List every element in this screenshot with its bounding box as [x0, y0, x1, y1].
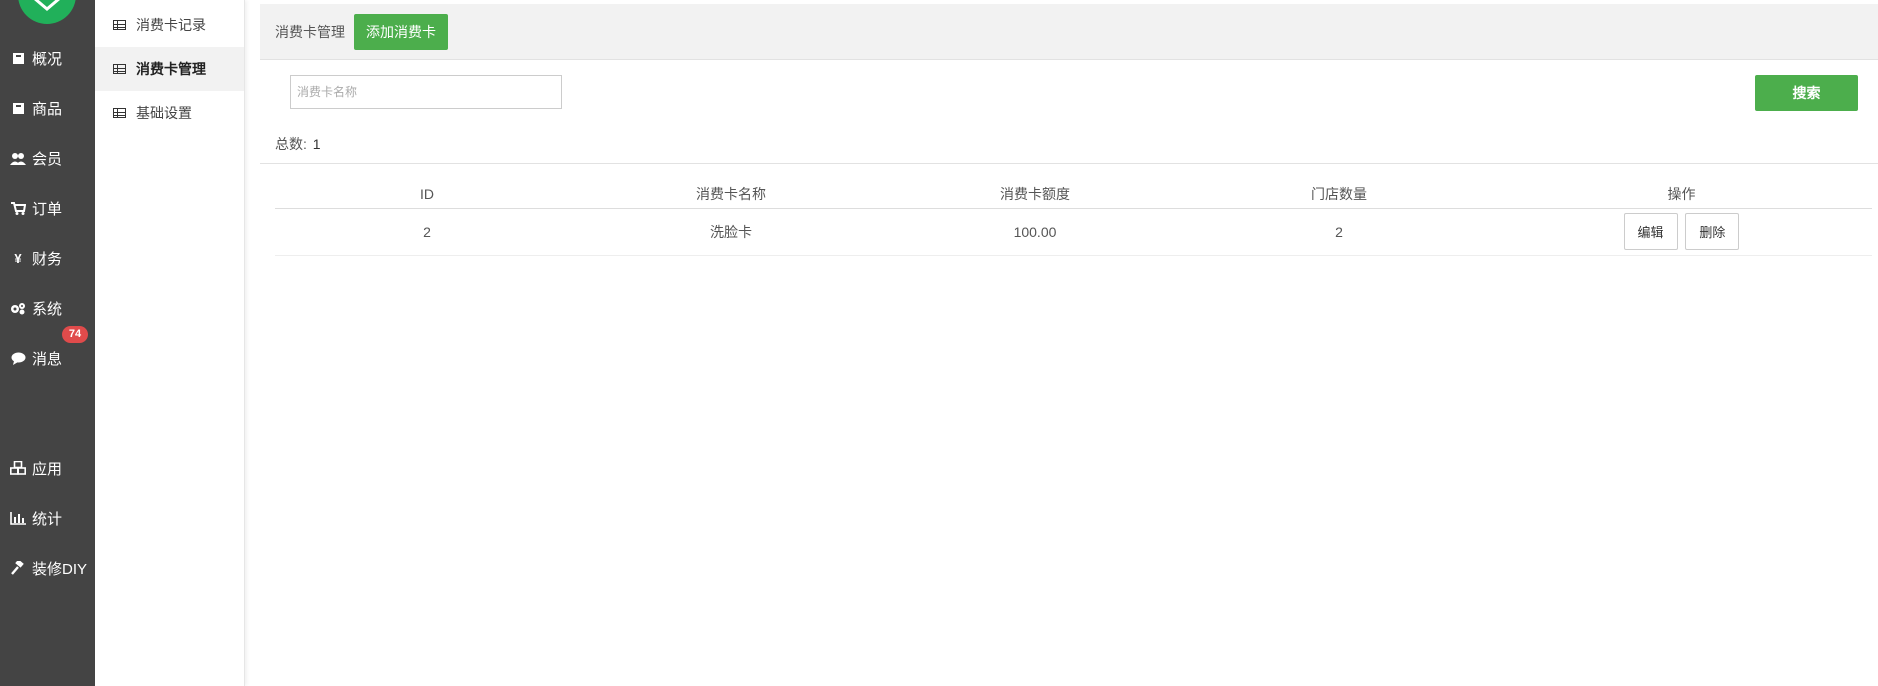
- column-header-actions: 操作: [1491, 180, 1872, 209]
- total-value: 1: [312, 136, 321, 152]
- nav-item-decoration-diy[interactable]: 装修DIY: [0, 548, 95, 588]
- box-icon: [10, 100, 26, 116]
- nav-item-label: 应用: [32, 460, 63, 478]
- nav-item-label: 财务: [32, 250, 63, 268]
- gears-icon: [10, 300, 26, 316]
- cell-id: 2: [275, 208, 579, 256]
- card-name-search-input[interactable]: [290, 75, 562, 109]
- nav-item-label: 商品: [32, 100, 63, 118]
- sub-item-card-management[interactable]: 消费卡管理: [95, 47, 244, 91]
- nav-item-label: 统计: [32, 510, 63, 528]
- chevron-down-icon: [34, 0, 60, 11]
- table-icon: [113, 20, 126, 30]
- main-sidebar: 概况 商品 会员 订单 ¥ 财务 系统 消息 74 应用 统计 装修DIY: [0, 0, 95, 686]
- divider: [260, 163, 1878, 164]
- edit-button[interactable]: 编辑: [1623, 213, 1678, 250]
- cell-store-count: 2: [1187, 208, 1491, 256]
- nav-item-members[interactable]: 会员: [0, 138, 95, 178]
- nav-item-finance[interactable]: ¥ 财务: [0, 238, 95, 278]
- table-icon: [113, 64, 126, 74]
- nav-item-label: 会员: [32, 150, 63, 168]
- sub-item-label: 基础设置: [136, 105, 192, 121]
- logo[interactable]: [18, 0, 76, 24]
- delete-button[interactable]: 删除: [1685, 213, 1740, 250]
- nav-item-label: 概况: [32, 50, 63, 68]
- nav-item-label: 系统: [32, 300, 63, 318]
- column-header-id: ID: [275, 180, 579, 209]
- sub-sidebar: 消费卡记录 消费卡管理 基础设置: [95, 0, 245, 686]
- search-button[interactable]: 搜索: [1755, 75, 1858, 111]
- nav-item-stats[interactable]: 统计: [0, 498, 95, 538]
- column-header-card-name: 消费卡名称: [579, 180, 883, 209]
- nav-item-label: 订单: [32, 200, 63, 218]
- table-row: 2 洗脸卡 100.00 2 编辑 删除: [275, 208, 1872, 256]
- sub-item-label: 消费卡管理: [136, 61, 206, 77]
- sub-item-basic-settings[interactable]: 基础设置: [95, 91, 244, 135]
- nav-item-label: 装修DIY: [32, 560, 88, 578]
- table-icon: [113, 108, 126, 118]
- nav-item-apps[interactable]: 应用: [0, 448, 95, 488]
- cell-actions: 编辑 删除: [1491, 208, 1872, 256]
- comment-icon: [10, 350, 26, 366]
- breadcrumb: 消费卡管理: [275, 24, 345, 40]
- column-header-store-count: 门店数量: [1187, 180, 1491, 209]
- users-icon: [10, 150, 26, 166]
- nav-item-label: 消息: [32, 350, 63, 368]
- gavel-icon: [10, 560, 26, 576]
- nav-item-orders[interactable]: 订单: [0, 188, 95, 228]
- nav-item-products[interactable]: 商品: [0, 88, 95, 128]
- total-label: 总数:: [275, 136, 307, 152]
- nav-item-system[interactable]: 系统: [0, 288, 95, 328]
- cubes-icon: [10, 460, 26, 476]
- table-header-row: ID 消费卡名称 消费卡额度 门店数量 操作: [275, 180, 1872, 209]
- cards-table: ID 消费卡名称 消费卡额度 门店数量 操作 2 洗脸卡 100.00 2 编辑…: [275, 180, 1872, 256]
- message-count-badge: 74: [62, 326, 88, 343]
- nav-item-messages[interactable]: 消息 74: [0, 326, 95, 378]
- bar-chart-icon: [10, 510, 26, 526]
- yen-icon: ¥: [14, 250, 22, 266]
- column-header-card-amount: 消费卡额度: [883, 180, 1187, 209]
- add-card-button[interactable]: 添加消费卡: [354, 14, 448, 50]
- nav-item-overview[interactable]: 概况: [0, 38, 95, 78]
- box-icon: [10, 50, 26, 66]
- sub-item-card-records[interactable]: 消费卡记录: [95, 3, 244, 47]
- top-bar: 消费卡管理 添加消费卡: [260, 4, 1878, 60]
- total-count: 总数: 1: [275, 134, 321, 154]
- cell-card-amount: 100.00: [883, 208, 1187, 256]
- sub-item-label: 消费卡记录: [136, 17, 206, 33]
- cell-card-name: 洗脸卡: [579, 208, 883, 256]
- cart-icon: [10, 200, 26, 216]
